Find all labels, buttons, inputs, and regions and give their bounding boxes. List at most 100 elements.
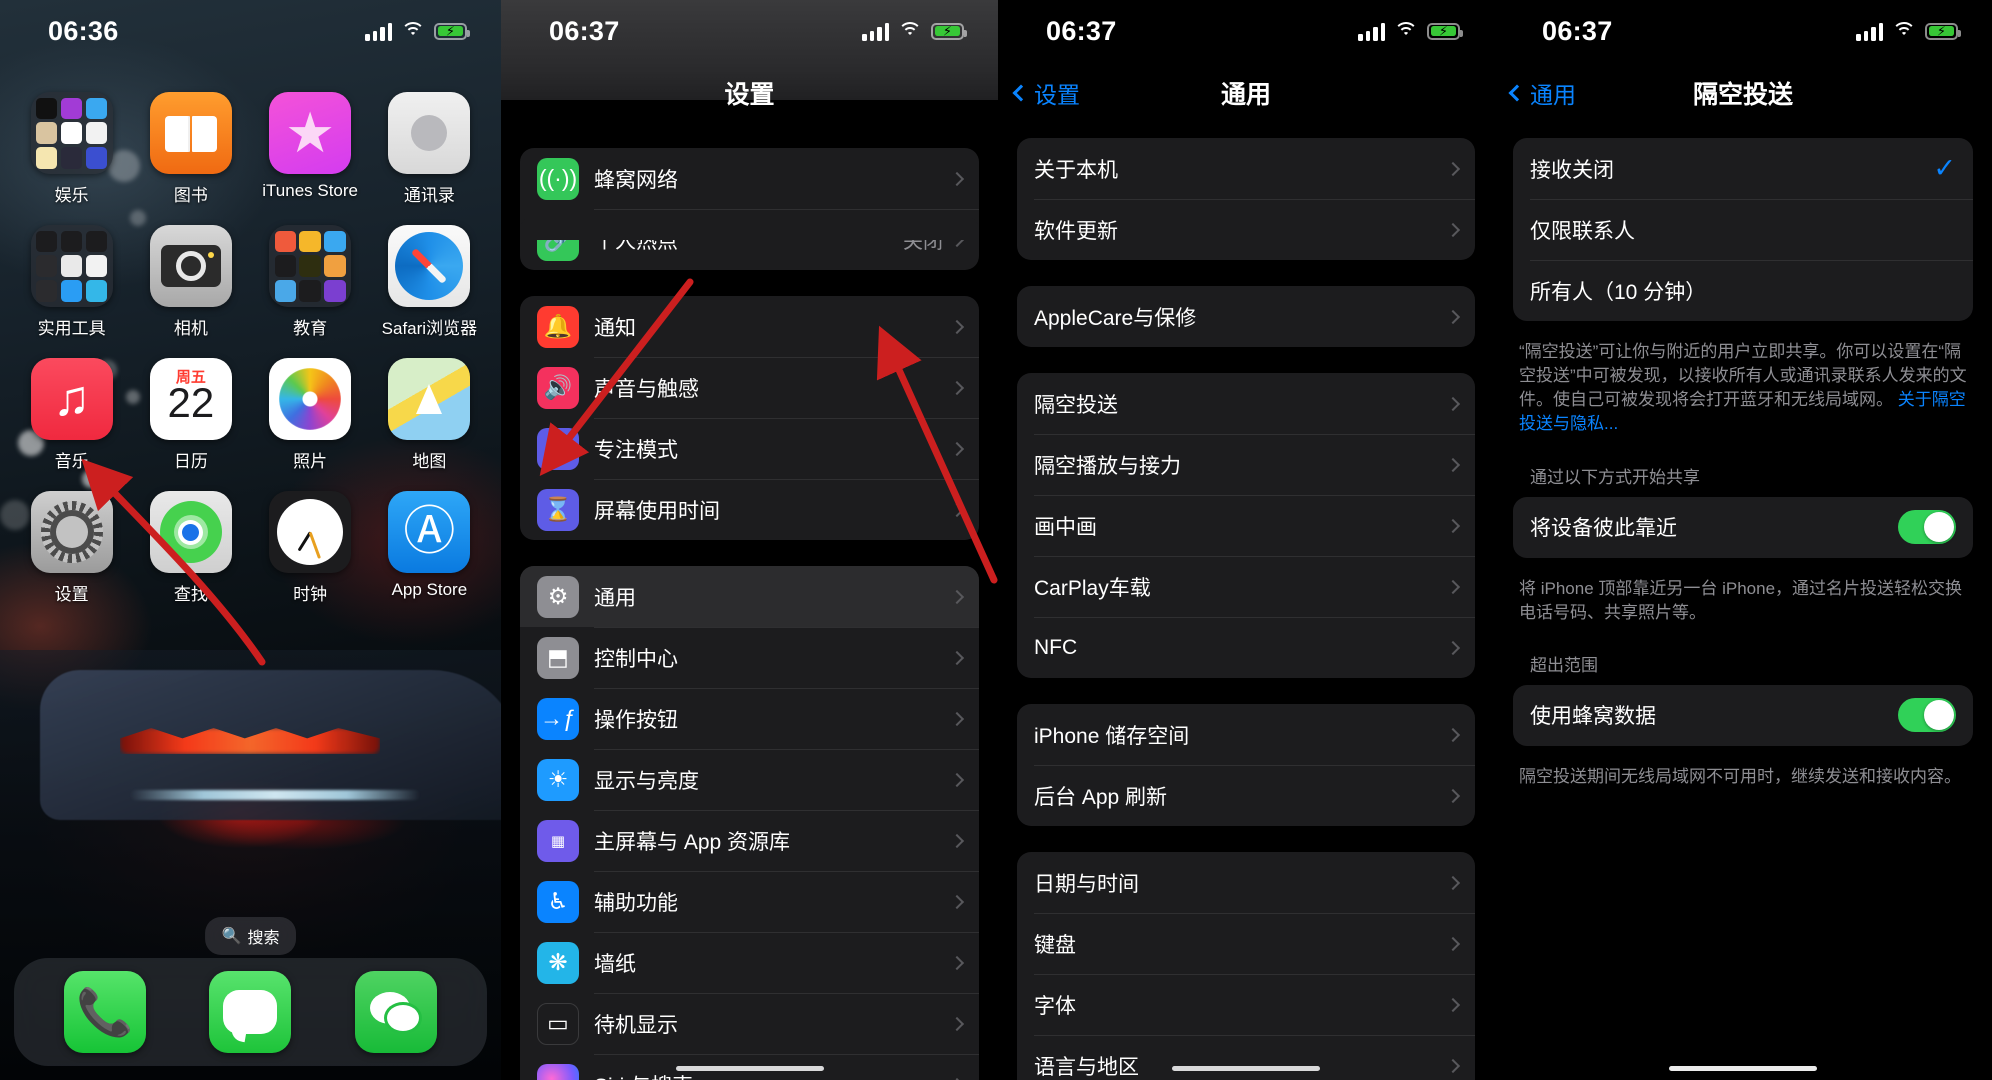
calendar-icon: 周五 22 (149, 358, 232, 440)
app-icon-maps[interactable]: 地图 (370, 358, 489, 472)
back-button-settings[interactable]: 设置 (1012, 76, 1080, 110)
chevron-right-icon (1445, 396, 1461, 411)
app-icon-clock[interactable]: 时钟 (251, 491, 370, 605)
folder-education-icon (269, 225, 352, 307)
cellular-signal-icon (1856, 22, 1883, 41)
app-icon-itunes-store[interactable]: ★ iTunes Store (251, 92, 370, 206)
app-icon-calendar[interactable]: 周五 22 日历 (131, 358, 250, 472)
settings-row-screen-time[interactable]: ⌛ 屏幕使用时间 (520, 479, 979, 540)
settings-row-control-center[interactable]: ⬒ 控制中心 (520, 627, 979, 688)
general-row-date-time[interactable]: 日期与时间 (1017, 852, 1475, 913)
settings-row-sounds[interactable]: 🔊 声音与触感 (520, 357, 979, 418)
chevron-right-icon (1445, 875, 1461, 890)
row-label: 显示与亮度 (594, 769, 699, 793)
chevron-right-icon (1445, 936, 1461, 951)
app-icon-safari[interactable]: Safari浏览器 (370, 225, 489, 339)
airdrop-scroll[interactable]: 接收关闭 ✓ 仅限联系人 所有人（10 分钟） “隔空投送”可让你与附近的用户立… (1494, 124, 1992, 1080)
app-label: 通讯录 (403, 186, 455, 205)
app-icon-entertainment[interactable]: 娱乐 (12, 92, 131, 206)
general-row-about[interactable]: 关于本机 (1017, 138, 1475, 199)
settings-row-wallpaper[interactable]: ❋ 墙纸 (520, 932, 979, 993)
general-group-applecare: AppleCare与保修 (1017, 286, 1475, 347)
general-row-applecare[interactable]: AppleCare与保修 (1017, 286, 1475, 347)
app-store-icon: Ⓐ (388, 491, 471, 573)
general-row-storage[interactable]: iPhone 储存空间 (1017, 704, 1475, 765)
general-row-keyboard[interactable]: 键盘 (1017, 913, 1475, 974)
general-row-carplay[interactable]: CarPlay车载 (1017, 556, 1475, 617)
settings-row-notifications[interactable]: 🔔 通知 (520, 296, 979, 357)
folder-entertainment-icon (30, 92, 113, 174)
app-icon-app-store[interactable]: Ⓐ App Store (370, 491, 489, 605)
row-label: 蜂窝网络 (594, 168, 678, 192)
airdrop-option-contacts-only[interactable]: 仅限联系人 (1513, 199, 1973, 260)
use-cellular-data-row[interactable]: 使用蜂窝数据 (1513, 685, 1973, 746)
settings-row-cellular[interactable]: ((·)) 蜂窝网络 (520, 148, 979, 209)
settings-row-focus[interactable]: 🌙 专注模式 (520, 418, 979, 479)
range-footer: 隔空投送期间无线局域网不可用时，继续发送和接收内容。 (1519, 766, 1961, 786)
settings-row-standby[interactable]: ▭ 待机显示 (520, 993, 979, 1054)
app-label: 设置 (54, 585, 89, 604)
page-title: 隔空投送 (1692, 81, 1793, 109)
app-icon-utilities[interactable]: 实用工具 (12, 225, 131, 339)
app-icon-camera[interactable]: 相机 (131, 225, 250, 339)
page-title: 通用 (1220, 81, 1271, 109)
settings-group-general: ⚙ 通用 ⬒ 控制中心 →ƒ 操作按钮 ☀ 显示与亮度 ▦ 主屏幕与 App 资… (520, 566, 979, 1080)
general-row-language-region[interactable]: 语言与地区 (1017, 1035, 1475, 1080)
app-icon-music[interactable]: ♫ 音乐 (12, 358, 131, 472)
clock-icon (269, 491, 352, 573)
chevron-right-icon (1445, 1058, 1461, 1073)
settings-row-home-screen[interactable]: ▦ 主屏幕与 App 资源库 (520, 810, 979, 871)
chevron-right-icon (1445, 222, 1461, 237)
back-button-general[interactable]: 通用 (1508, 76, 1576, 110)
general-scroll[interactable]: 关于本机 软件更新 AppleCare与保修 隔空投送 隔空播放与接力 画中画 … (998, 124, 1494, 1080)
airdrop-option-everyone[interactable]: 所有人（10 分钟） (1513, 260, 1973, 321)
general-row-airplay[interactable]: 隔空播放与接力 (1017, 434, 1475, 495)
general-row-background-refresh[interactable]: 后台 App 刷新 (1017, 765, 1475, 826)
settings-row-accessibility[interactable]: ♿ 辅助功能 (520, 871, 979, 932)
settings-row-action-button[interactable]: →ƒ 操作按钮 (520, 688, 979, 749)
chevron-right-icon (949, 441, 965, 456)
row-label: 日期与时间 (1034, 872, 1139, 896)
app-label: 相机 (173, 319, 208, 338)
app-icon-find-my[interactable]: 查找 (131, 491, 250, 605)
general-row-pip[interactable]: 画中画 (1017, 495, 1475, 556)
app-label: 查找 (173, 585, 208, 604)
app-icon-education[interactable]: 教育 (251, 225, 370, 339)
chevron-right-icon (1445, 309, 1461, 324)
bring-devices-together-toggle[interactable] (1898, 510, 1956, 544)
app-label: 娱乐 (54, 186, 89, 205)
app-icon-settings[interactable]: 设置 (12, 491, 131, 605)
settings-row-general[interactable]: ⚙ 通用 (520, 566, 979, 627)
home-search-pill[interactable]: 🔍 搜索 (204, 917, 297, 955)
home-app-grid: 娱乐 图书 ★ iTunes Store 通讯录 实用工具 相机 教育 Safa… (0, 92, 501, 624)
app-icon-contacts[interactable]: 通讯录 (370, 92, 489, 206)
app-label: 日历 (173, 452, 208, 471)
hourglass-icon: ⌛ (537, 488, 579, 531)
home-indicator (1172, 1066, 1320, 1071)
settings-gear-icon (30, 491, 113, 573)
wechat-icon[interactable] (355, 971, 438, 1053)
messages-icon[interactable] (209, 971, 292, 1053)
app-label: 照片 (293, 452, 328, 471)
general-navbar: 设置 通用 (998, 62, 1494, 124)
general-row-nfc[interactable]: NFC (1017, 617, 1475, 678)
bell-icon: 🔔 (537, 305, 579, 348)
use-cellular-data-toggle[interactable] (1898, 698, 1956, 733)
row-label: 屏幕使用时间 (594, 499, 720, 523)
general-row-airdrop[interactable]: 隔空投送 (1017, 373, 1475, 434)
panel-general: 06:37 ⚡ 设置 通用 关于本机 软件更新 AppleCare与保修 隔空投… (998, 0, 1494, 1080)
panel-settings: 06:37 ⚡ 设置 ((·)) 蜂窝网络 🔗 个人热点 关 (501, 0, 998, 1080)
app-icon-photos[interactable]: 照片 (251, 358, 370, 472)
wifi-icon (1892, 22, 1916, 40)
phone-icon[interactable]: 📞 (63, 971, 146, 1053)
row-label: NFC (1034, 635, 1078, 659)
books-icon (149, 92, 232, 174)
settings-row-display[interactable]: ☀ 显示与亮度 (520, 749, 979, 810)
app-icon-books[interactable]: 图书 (131, 92, 250, 206)
general-row-software-update[interactable]: 软件更新 (1017, 199, 1475, 260)
settings-scroll[interactable]: ((·)) 蜂窝网络 🔗 个人热点 关闭 🔔 通知 (501, 124, 998, 1080)
airdrop-option-receiving-off[interactable]: 接收关闭 ✓ (1513, 138, 1973, 199)
camera-icon (149, 225, 232, 307)
bring-devices-together-row[interactable]: 将设备彼此靠近 (1513, 497, 1973, 558)
general-row-fonts[interactable]: 字体 (1017, 974, 1475, 1035)
